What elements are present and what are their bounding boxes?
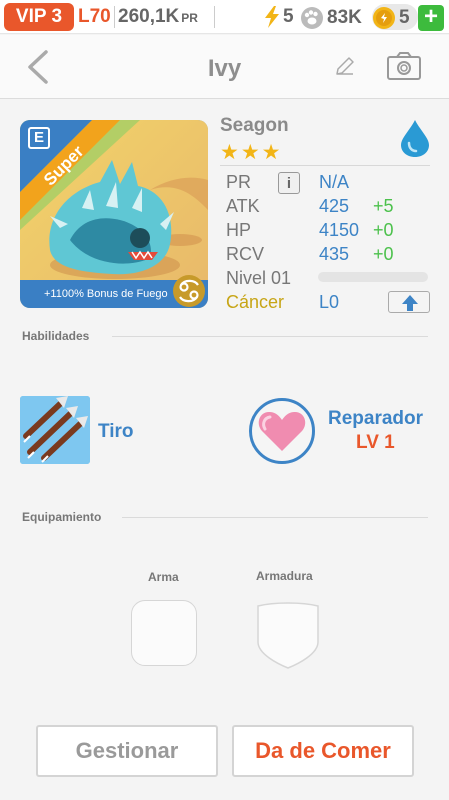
upgrade-button[interactable] [388, 291, 430, 313]
camera-icon[interactable] [386, 51, 422, 81]
add-coins-button[interactable]: + [418, 5, 444, 31]
arrows-icon [20, 396, 90, 464]
equipment-section-title: Equipamiento [22, 510, 102, 524]
status-divider [214, 6, 215, 28]
power-rating-value: 260,1K [118, 6, 180, 27]
water-element-icon [401, 120, 429, 157]
energy-counter: 5 [264, 6, 294, 28]
level-progress-bar [318, 272, 428, 282]
skill-2-name[interactable]: Reparador [328, 408, 423, 430]
skill-arrows-icon[interactable] [20, 396, 90, 464]
lightning-icon [265, 6, 279, 28]
feed-button[interactable]: Da de Comer [232, 725, 414, 777]
level-label: Nivel 01 [226, 268, 292, 288]
stat-atk-delta: +5 [373, 196, 394, 216]
power-rating: 260,1K PR [118, 6, 198, 28]
arrow-up-icon [402, 295, 418, 311]
food-value: 83K [327, 7, 362, 28]
skill-heart-icon[interactable] [249, 398, 315, 464]
page-title: Ivy [207, 55, 242, 82]
stat-pr-value: N/A [319, 172, 350, 192]
edit-pencil-icon[interactable] [334, 55, 356, 77]
stat-hp-value: 4150 [319, 220, 360, 240]
skill-1-name[interactable]: Tiro [98, 421, 134, 443]
portrait-tag-icon: E [28, 127, 50, 149]
stat-rcv-value: 435 [319, 244, 350, 264]
zodiac-level: L0 [319, 292, 340, 312]
energy-value: 5 [283, 6, 294, 27]
coin-icon [373, 7, 395, 29]
pet-stars: ★★★ [220, 141, 283, 164]
stats-divider [220, 165, 430, 166]
paw-icon [301, 7, 323, 29]
player-level: L70 [78, 6, 111, 27]
stat-atk-value: 425 [319, 196, 350, 216]
food-counter: 83K [300, 6, 362, 30]
stat-hp-delta: +0 [373, 220, 394, 240]
heart-icon [258, 411, 306, 451]
manage-button[interactable]: Gestionar [36, 725, 218, 777]
pet-name: Seagon [220, 115, 289, 136]
power-rating-unit: PR [181, 11, 198, 25]
zodiac-label: Cáncer [226, 292, 285, 312]
status-bar: VIP 3 L70 260,1K PR 5 83K 5 + [0, 0, 449, 34]
cancer-sign-icon [173, 275, 205, 307]
stat-pr-label: PR [226, 172, 252, 192]
vip-badge[interactable]: VIP 3 [4, 3, 74, 31]
skills-section-title: Habilidades [22, 329, 90, 343]
armor-slot[interactable] [254, 598, 322, 670]
section-divider [122, 517, 428, 518]
stat-atk-label: ATK [226, 196, 260, 216]
bonus-text: +1100% Bonus de Fuego [44, 288, 168, 300]
weapon-slot[interactable] [131, 600, 197, 666]
portrait-tag-label: E [33, 129, 44, 146]
coin-value: 5 [399, 7, 410, 28]
stat-rcv-label: RCV [226, 244, 265, 264]
weapon-label: Arma [148, 570, 179, 584]
status-divider [114, 6, 115, 28]
pet-portrait[interactable]: Super E +1100% Bonus de Fuego [20, 120, 208, 308]
info-icon[interactable]: i [278, 172, 300, 194]
coin-counter: 5 [372, 6, 410, 30]
section-divider [112, 336, 428, 337]
page-header: Ivy [0, 35, 449, 99]
stat-hp-label: HP [226, 220, 252, 240]
stat-rcv-delta: +0 [373, 244, 394, 264]
skill-2-level: LV 1 [356, 432, 395, 453]
armor-label: Armadura [256, 569, 313, 583]
